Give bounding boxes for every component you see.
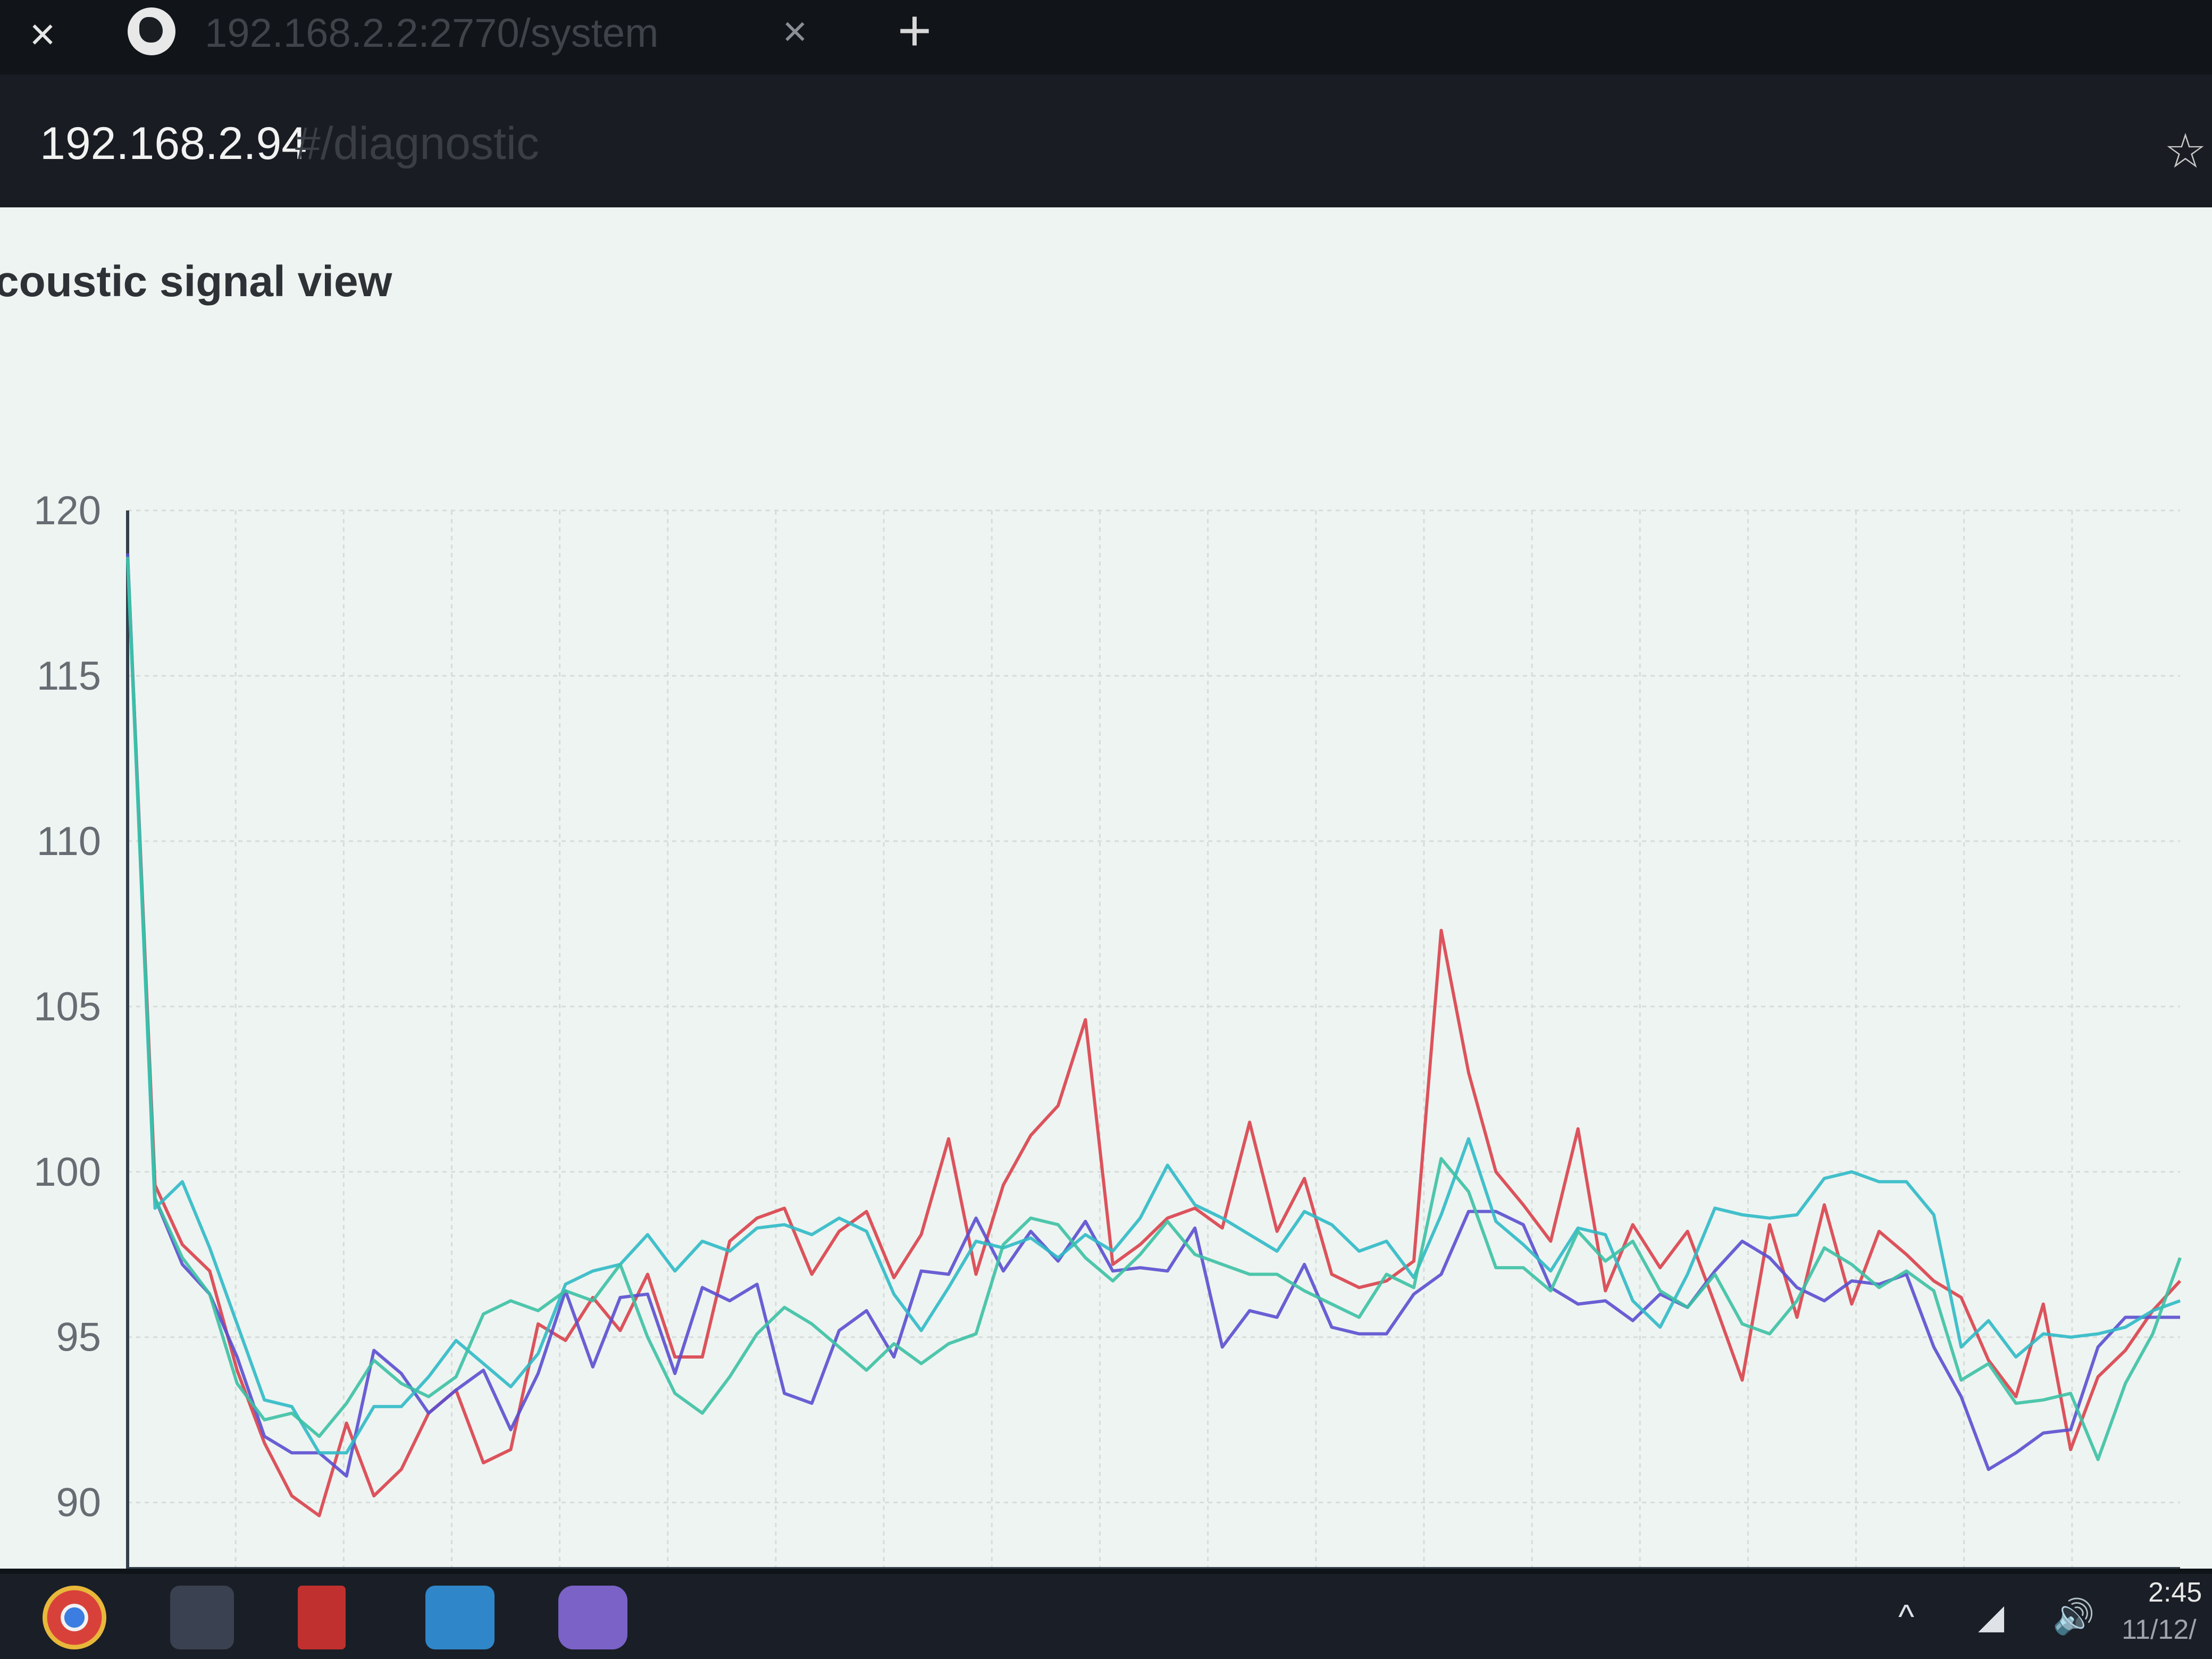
- y-tick-label: 120: [33, 488, 101, 533]
- y-tick-label: 105: [33, 984, 101, 1029]
- globe-icon: [128, 7, 175, 55]
- url-host[interactable]: 192.168.2.94: [40, 117, 307, 170]
- app-icon[interactable]: [170, 1586, 234, 1649]
- clock-time[interactable]: 2:45: [2148, 1574, 2202, 1611]
- tray-expand-icon[interactable]: ^: [1898, 1590, 1914, 1643]
- app-icon[interactable]: [425, 1586, 495, 1649]
- series-line-4: [126, 556, 2182, 1461]
- chart-series: [126, 553, 2182, 1518]
- page-content: coustic signal view 120 115 110 105 100 95 90: [0, 207, 2212, 1569]
- taskbar: ^ ◢ 🔊 2:45 11/12/: [0, 1574, 2212, 1659]
- new-tab-button[interactable]: +: [885, 2, 944, 63]
- chart-grid: [128, 509, 2180, 1504]
- y-tick-label: 110: [37, 819, 101, 864]
- y-tick-label: 115: [37, 653, 101, 699]
- signal-chart: 120 115 110 105 100 95 90: [33, 488, 2182, 1569]
- y-tick-label: 95: [56, 1315, 101, 1360]
- clock-date[interactable]: 11/12/: [2122, 1611, 2197, 1648]
- close-icon[interactable]: ×: [21, 7, 64, 61]
- series-line-1: [126, 556, 2182, 1518]
- wifi-icon[interactable]: ◢: [1978, 1590, 2004, 1643]
- y-tick-label: 100: [33, 1150, 101, 1195]
- y-tick-label: 90: [56, 1480, 101, 1526]
- url-path[interactable]: #/diagnostic: [295, 117, 539, 170]
- tab-title: 192.168.2.2:2770/system: [205, 11, 659, 56]
- address-bar[interactable]: 192.168.2.94 #/diagnostic ☆: [0, 74, 2212, 207]
- chart-grid: [234, 510, 2073, 1569]
- bookmark-star-icon[interactable]: ☆: [2159, 125, 2212, 178]
- chrome-icon[interactable]: [43, 1586, 106, 1649]
- browser-tab[interactable]: 192.168.2.2:2770/system ×: [112, 0, 883, 64]
- tab-close-icon[interactable]: ×: [771, 7, 819, 55]
- app-icon[interactable]: [298, 1586, 346, 1649]
- volume-icon[interactable]: 🔊: [2052, 1590, 2095, 1643]
- app-icon[interactable]: [558, 1586, 627, 1649]
- y-axis: 120 115 110 105 100 95 90: [33, 488, 101, 1526]
- tab-bar: × 192.168.2.2:2770/system × +: [0, 0, 2212, 74]
